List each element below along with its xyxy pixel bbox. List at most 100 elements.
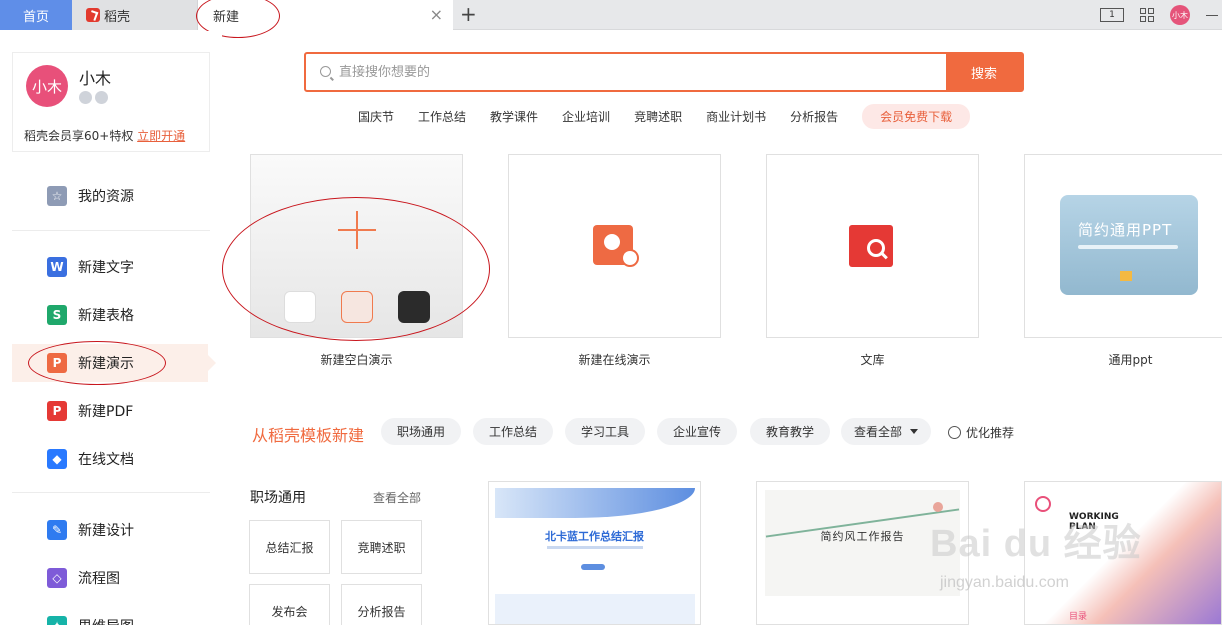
pdf-icon: P — [47, 401, 67, 421]
add-tab-icon[interactable]: + — [460, 3, 477, 25]
spreadsheet-icon: S — [47, 305, 67, 325]
profile-card: 小木 小木 稻壳会员享60+特权 立即开通 — [12, 52, 210, 152]
tab-home[interactable]: 首页 — [0, 0, 72, 30]
template-chip[interactable]: 职场通用 — [381, 418, 461, 445]
sidebar-item-label: 新建文字 — [78, 260, 134, 276]
tab-new[interactable]: 新建 × — [198, 0, 453, 31]
thumbnail-dot — [933, 502, 943, 512]
online-presentation-icon — [593, 225, 639, 267]
dark-theme-swatch[interactable] — [398, 291, 430, 323]
plus-icon-bar — [338, 229, 376, 231]
hot-keyword[interactable]: 工作总结 — [418, 108, 466, 125]
template-thumbnail: 简约通用PPT — [1060, 195, 1198, 295]
tab-daoke-label: 稻壳 — [104, 9, 131, 25]
thumbnail-subtitle-bar — [547, 546, 643, 549]
new-blank-presentation-card[interactable] — [250, 154, 463, 338]
sidebar-item-label: 在线文档 — [78, 452, 134, 468]
category-title: 职场通用 — [250, 490, 306, 506]
template-chip[interactable]: 学习工具 — [565, 418, 645, 445]
search-box: 搜索 — [304, 52, 1024, 92]
sidebar-item-spreadsheet[interactable]: S 新建表格 — [12, 296, 208, 334]
category-button[interactable]: 发布会 — [249, 584, 330, 625]
sidebar-item-label: 新建PDF — [78, 404, 134, 420]
flowchart-icon: ◇ — [47, 568, 67, 588]
sidebar-item-star[interactable]: ☆ 我的资源 — [12, 177, 208, 215]
chip-label: 教育教学 — [765, 425, 814, 439]
recommend-toggle[interactable]: 优化推荐 — [948, 424, 1014, 441]
sidebar-item-design[interactable]: ✎ 新建设计 — [12, 511, 208, 549]
category-button[interactable]: 分析报告 — [341, 584, 422, 625]
card-label: 新建在线演示 — [578, 353, 651, 367]
white-theme-swatch[interactable] — [284, 291, 316, 323]
caret-down-icon — [910, 429, 918, 434]
tab-new-label: 新建 — [213, 10, 240, 25]
category-button[interactable]: 竞聘述职 — [341, 520, 422, 574]
search-input[interactable] — [339, 54, 946, 90]
hot-keywords: 国庆节 工作总结 教学课件 企业培训 竞聘述职 商业计划书 分析报告 会员免费下载 — [358, 103, 994, 129]
star-icon: ☆ — [47, 186, 67, 206]
badge-icons — [79, 91, 111, 104]
apps-grid-icon[interactable] — [1140, 8, 1154, 22]
tab-daoke[interactable]: 稻壳 — [72, 0, 198, 30]
hot-keyword[interactable]: 商业计划书 — [706, 108, 766, 125]
sidebar-item-label: 思维导图 — [78, 616, 134, 625]
free-download-button[interactable]: 会员免费下载 — [862, 103, 971, 129]
hot-keyword[interactable]: 分析报告 — [790, 108, 838, 125]
warm-theme-swatch[interactable] — [341, 291, 373, 323]
template-section-title: 从稻壳模板新建 — [252, 426, 365, 445]
hot-keyword[interactable]: 竞聘述职 — [634, 108, 682, 125]
sidebar-item-pdf[interactable]: P 新建PDF — [12, 392, 208, 430]
sidebar-divider — [12, 230, 210, 231]
tab-bar: 首页 稻壳 新建 × + 1 小木 — [0, 0, 1222, 31]
badge-icon — [95, 91, 108, 104]
vip-text: 稻壳会员享60+特权 — [24, 129, 134, 143]
watermark: Bai du 经验 — [930, 523, 1142, 565]
search-button[interactable]: 搜索 — [946, 54, 1022, 90]
thumbnail-bottom-strip — [495, 594, 695, 624]
template-thumbnail[interactable]: 北卡蓝工作总结汇报 — [488, 481, 701, 625]
design-icon: ✎ — [47, 520, 67, 540]
layout-icon[interactable]: 1 — [1100, 8, 1124, 22]
sidebar-item-presentation[interactable]: P 新建演示 — [12, 344, 216, 382]
category-button[interactable]: 总结汇报 — [249, 520, 330, 574]
sidebar-divider — [12, 492, 210, 493]
hot-keyword[interactable]: 教学课件 — [490, 108, 538, 125]
hot-keyword[interactable]: 企业培训 — [562, 108, 610, 125]
template-bar — [1078, 245, 1178, 249]
avatar[interactable]: 小木 — [26, 65, 68, 107]
card-label: 通用ppt — [1108, 353, 1153, 367]
new-online-presentation-card[interactable] — [508, 154, 721, 338]
template-chip[interactable]: 企业宣传 — [657, 418, 737, 445]
template-chip[interactable]: 工作总结 — [473, 418, 553, 445]
sidebar-item-writer[interactable]: W 新建文字 — [12, 248, 208, 286]
chip-label: 企业宣传 — [672, 425, 721, 439]
sidebar-item-label: 我的资源 — [78, 189, 134, 205]
sidebar-item-flowchart[interactable]: ◇ 流程图 — [12, 559, 208, 597]
hot-keyword[interactable]: 国庆节 — [358, 108, 394, 125]
user-name: 小木 — [79, 69, 112, 88]
sidebar: 小木 小木 稻壳会员享60+特权 立即开通 ☆ 我的资源 W 新建文字 S 新建表格 P 新建… — [0, 31, 222, 625]
minimize-icon[interactable] — [1206, 14, 1218, 16]
template-title: 简约通用PPT — [1078, 221, 1173, 239]
general-ppt-card[interactable]: 简约通用PPT — [1024, 154, 1222, 338]
library-card[interactable] — [766, 154, 979, 338]
sidebar-item-label: 新建表格 — [78, 308, 134, 324]
user-avatar-icon[interactable]: 小木 — [1170, 5, 1190, 25]
sidebar-item-cloud-doc[interactable]: ◆ 在线文档 — [12, 440, 208, 478]
thumbnail-title: 北卡蓝工作总结汇报 — [545, 530, 644, 543]
sidebar-item-mindmap[interactable]: ✦ 思维导图 — [12, 607, 208, 625]
close-icon[interactable]: × — [430, 6, 443, 24]
chip-label: 职场通用 — [396, 425, 445, 439]
view-all-dropdown[interactable]: 查看全部 — [841, 418, 931, 445]
vip-activate-link[interactable]: 立即开通 — [137, 129, 185, 143]
sidebar-item-label: 新建演示 — [78, 356, 134, 372]
sidebar-item-label: 新建设计 — [78, 523, 134, 539]
presentation-icon: P — [47, 353, 67, 373]
library-search-icon — [849, 225, 893, 267]
watermark-url: jingyan.baidu.com — [940, 574, 1069, 591]
chip-label: 学习工具 — [580, 425, 629, 439]
category-view-all-link[interactable]: 查看全部 — [373, 489, 421, 506]
logo-icon — [1035, 496, 1051, 512]
sidebar-item-label: 流程图 — [78, 571, 120, 587]
template-chip[interactable]: 教育教学 — [750, 418, 830, 445]
